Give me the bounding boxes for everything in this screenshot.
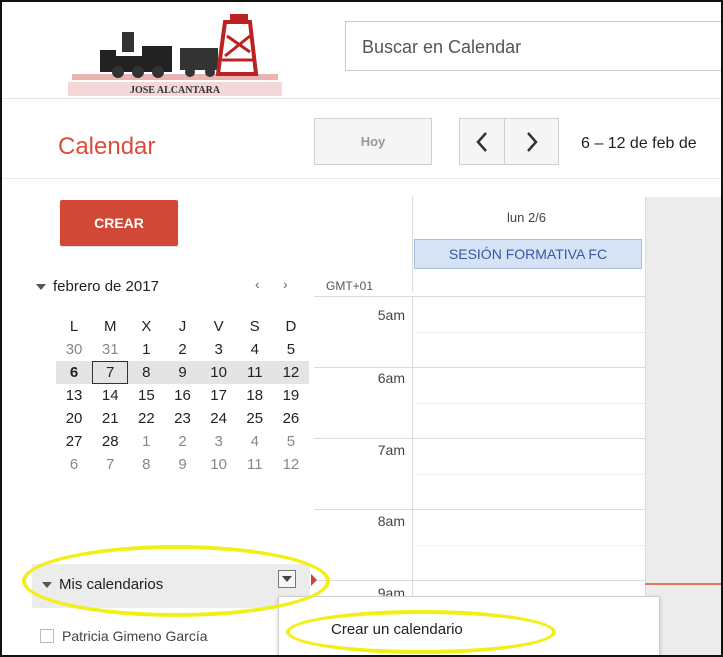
day-cell[interactable]: 28 bbox=[92, 430, 128, 453]
mini-next-month-button[interactable]: › bbox=[283, 276, 288, 292]
day-cell[interactable]: 14 bbox=[92, 384, 128, 407]
hour-label: 8am bbox=[377, 513, 405, 529]
weekday-row: L M X J V S D bbox=[56, 315, 309, 338]
hour-gridline bbox=[314, 438, 645, 439]
day-cell[interactable]: 24 bbox=[201, 407, 237, 430]
mini-calendar-grid: L M X J V S D 30 31 1 2 3 4 5 6 7 8 9 10… bbox=[56, 315, 309, 476]
day-cell[interactable]: 16 bbox=[164, 384, 200, 407]
create-button[interactable]: CREAR bbox=[60, 200, 178, 246]
hour-gridline bbox=[314, 367, 645, 368]
day-cell[interactable]: 15 bbox=[128, 384, 164, 407]
calendar-list-item[interactable]: Patricia Gimeno García bbox=[40, 628, 208, 644]
weekday-label: L bbox=[69, 318, 79, 335]
calendar-checkbox[interactable] bbox=[40, 629, 54, 643]
hour-gridline bbox=[314, 509, 645, 510]
day-cell[interactable]: 7 bbox=[92, 453, 128, 476]
half-hour-gridline bbox=[412, 332, 645, 333]
week-row: 13 14 15 16 17 18 19 bbox=[56, 384, 309, 407]
highlight-ellipse-create-calendar bbox=[286, 610, 556, 654]
timezone-label: GMT+01 bbox=[326, 279, 374, 293]
day-cell[interactable]: 12 bbox=[273, 453, 309, 476]
day-cell[interactable]: 31 bbox=[92, 338, 128, 361]
week-row: 20 21 22 23 24 25 26 bbox=[56, 407, 309, 430]
mini-calendar-month: febrero de 2017 bbox=[53, 278, 159, 295]
day-cell[interactable]: 2 bbox=[164, 430, 200, 453]
calendar-name: Patricia Gimeno García bbox=[62, 628, 208, 644]
train-logo-icon: JOSE ALCANTARA bbox=[68, 14, 282, 96]
weekday-label: S bbox=[249, 318, 260, 335]
next-week-button[interactable] bbox=[504, 118, 559, 165]
day-cell[interactable]: 9 bbox=[164, 453, 200, 476]
current-time-line bbox=[645, 583, 721, 585]
chevron-left-icon bbox=[476, 132, 487, 152]
day-cell[interactable]: 1 bbox=[128, 338, 164, 361]
day-cell[interactable]: 6 bbox=[56, 453, 92, 476]
hour-gridline bbox=[314, 580, 645, 581]
weekday-label: J bbox=[178, 318, 187, 335]
calendar-window: JOSE ALCANTARA Buscar en Calendar Calend… bbox=[0, 0, 723, 657]
weekday-label: V bbox=[213, 318, 224, 335]
day-cell[interactable]: 22 bbox=[128, 407, 164, 430]
day-cell[interactable]: 25 bbox=[237, 407, 273, 430]
collapse-triangle-icon bbox=[36, 284, 46, 291]
today-cell[interactable]: 7 bbox=[92, 361, 129, 384]
chevron-right-icon bbox=[526, 132, 538, 152]
day-cell[interactable]: 3 bbox=[201, 338, 237, 361]
day-cell[interactable]: 21 bbox=[92, 407, 128, 430]
search-input[interactable]: Buscar en Calendar bbox=[345, 21, 721, 71]
logo[interactable]: JOSE ALCANTARA bbox=[60, 12, 294, 100]
half-hour-gridline bbox=[412, 545, 645, 546]
hour-label: 6am bbox=[377, 370, 405, 386]
day-cell[interactable]: 8 bbox=[128, 361, 165, 384]
day-cell[interactable]: 8 bbox=[128, 453, 164, 476]
weekday-label: D bbox=[285, 318, 297, 335]
day-cell[interactable]: 10 bbox=[200, 361, 237, 384]
day-cell[interactable]: 9 bbox=[164, 361, 201, 384]
app-title: Calendar bbox=[58, 133, 156, 160]
week-row: 27 28 1 2 3 4 5 bbox=[56, 430, 309, 453]
day-cell[interactable]: 13 bbox=[56, 384, 92, 407]
day-cell[interactable]: 19 bbox=[273, 384, 309, 407]
mini-prev-month-button[interactable]: ‹ bbox=[255, 276, 260, 292]
next-day-column[interactable] bbox=[645, 197, 721, 655]
hour-gridline bbox=[314, 296, 645, 297]
day-cell[interactable]: 11 bbox=[236, 361, 273, 384]
weekday-label: X bbox=[141, 318, 152, 335]
day-cell[interactable]: 12 bbox=[272, 361, 309, 384]
day-cell[interactable]: 18 bbox=[237, 384, 273, 407]
day-cell[interactable]: 23 bbox=[164, 407, 200, 430]
highlight-ellipse-my-calendars bbox=[22, 545, 330, 617]
all-day-event[interactable]: SESIÓN FORMATIVA FC bbox=[414, 239, 642, 269]
day-cell[interactable]: 30 bbox=[56, 338, 92, 361]
day-cell[interactable]: 6 bbox=[56, 361, 93, 384]
day-cell[interactable]: 17 bbox=[201, 384, 237, 407]
day-cell[interactable]: 20 bbox=[56, 407, 92, 430]
today-button[interactable]: Hoy bbox=[314, 118, 432, 165]
day-cell[interactable]: 1 bbox=[128, 430, 164, 453]
day-cell[interactable]: 3 bbox=[201, 430, 237, 453]
day-header-label[interactable]: lun 2/6 bbox=[507, 210, 546, 225]
day-cell[interactable]: 26 bbox=[273, 407, 309, 430]
week-row: 6 7 8 9 10 11 12 bbox=[56, 453, 309, 476]
day-cell[interactable]: 4 bbox=[237, 430, 273, 453]
logo-text: JOSE ALCANTARA bbox=[130, 85, 221, 96]
day-cell[interactable]: 5 bbox=[273, 338, 309, 361]
day-cell[interactable]: 2 bbox=[164, 338, 200, 361]
day-cell[interactable]: 27 bbox=[56, 430, 92, 453]
prev-week-button[interactable] bbox=[459, 118, 505, 165]
week-row: 30 31 1 2 3 4 5 bbox=[56, 338, 309, 361]
half-hour-gridline bbox=[412, 403, 645, 404]
date-range: 6 – 12 de feb de bbox=[581, 135, 697, 152]
weekday-label: M bbox=[103, 318, 117, 335]
half-hour-gridline bbox=[412, 474, 645, 475]
search-placeholder: Buscar en Calendar bbox=[362, 37, 522, 57]
mini-calendar-header[interactable]: febrero de 2017 bbox=[36, 278, 159, 295]
hour-label: 7am bbox=[377, 442, 405, 458]
day-cell[interactable]: 11 bbox=[237, 453, 273, 476]
hour-label: 5am bbox=[377, 307, 405, 323]
day-cell[interactable]: 4 bbox=[237, 338, 273, 361]
week-row-selected: 6 7 8 9 10 11 12 bbox=[56, 361, 309, 384]
day-cell[interactable]: 5 bbox=[273, 430, 309, 453]
day-cell[interactable]: 10 bbox=[201, 453, 237, 476]
